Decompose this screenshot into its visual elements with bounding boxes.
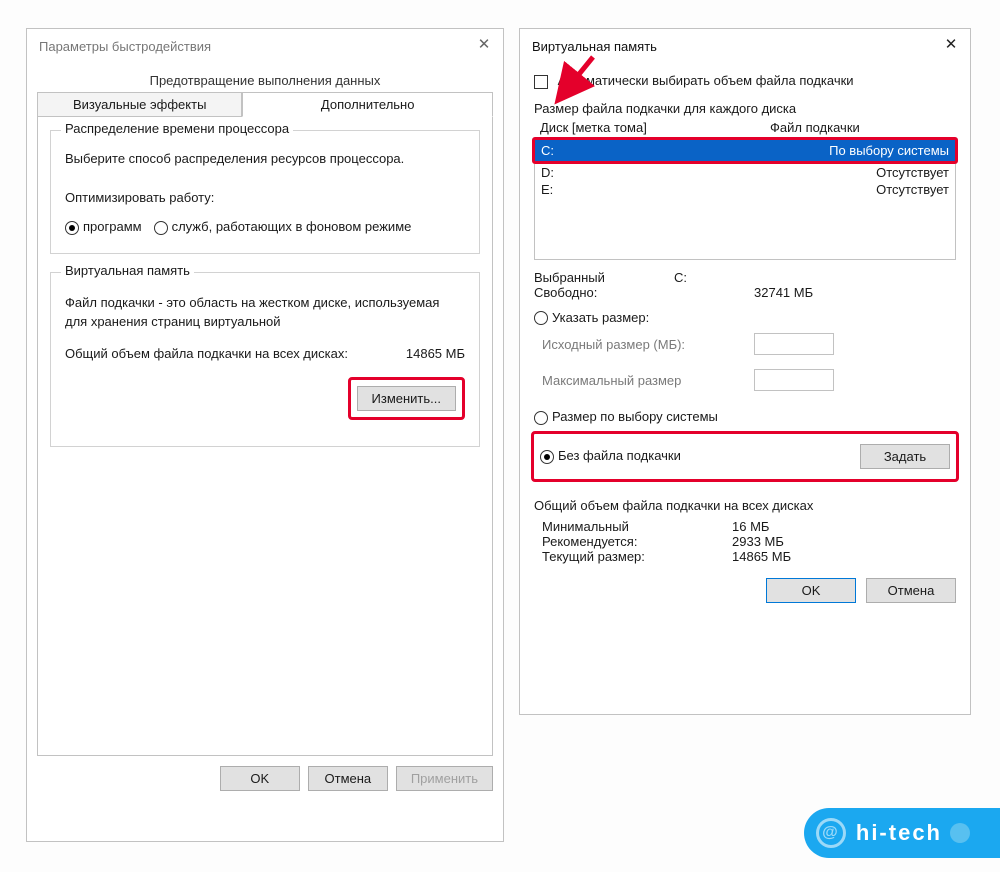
tab-visual-effects[interactable]: Визуальные эффекты xyxy=(37,92,242,117)
initial-size-input[interactable] xyxy=(754,333,834,355)
close-icon[interactable]: ✕ xyxy=(942,37,960,55)
radio-no-paging-file[interactable]: Без файла подкачки xyxy=(540,448,860,464)
current-size-label: Текущий размер: xyxy=(542,549,732,564)
col-disk: Диск [метка тома] xyxy=(540,120,770,135)
tabstrip: Предотвращение выполнения данных Визуаль… xyxy=(37,69,493,117)
group-title: Распределение времени процессора xyxy=(61,121,293,136)
min-label: Минимальный xyxy=(542,519,732,534)
max-size-label: Максимальный размер xyxy=(534,373,754,388)
disk-row-e[interactable]: E: Отсутствует xyxy=(535,181,955,198)
tab-advanced[interactable]: Дополнительно xyxy=(242,92,493,117)
ok-button[interactable]: OK xyxy=(220,766,300,791)
group-cpu-scheduling: Распределение времени процессора Выберит… xyxy=(50,130,480,254)
window-title: Виртуальная память xyxy=(532,39,657,54)
totals-title: Общий объем файла подкачки на всех диска… xyxy=(534,498,956,513)
radio-background-services[interactable]: служб, работающих в фоновом режиме xyxy=(154,219,412,235)
vm-description: Файл подкачки - это область на жестком д… xyxy=(65,293,465,332)
radio-system-managed[interactable]: Размер по выбору системы xyxy=(534,409,718,424)
min-value: 16 МБ xyxy=(732,519,769,534)
change-button[interactable]: Изменить... xyxy=(357,386,456,411)
free-space-value: 32741 МБ xyxy=(754,285,813,300)
disk-list-header: Диск [метка тома] Файл подкачки xyxy=(534,120,956,135)
titlebar: Виртуальная память ✕ xyxy=(520,29,970,63)
selected-drive-value: C: xyxy=(674,270,687,285)
tab-panel-advanced: Распределение времени процессора Выберит… xyxy=(37,116,493,756)
at-icon: @ xyxy=(816,818,846,848)
group-virtual-memory: Виртуальная память Файл подкачки - это о… xyxy=(50,272,480,447)
window-title: Параметры быстродействия xyxy=(39,39,211,54)
selected-drive-label: Выбранный xyxy=(534,270,674,285)
disk-listbox[interactable]: D: Отсутствует E: Отсутствует xyxy=(534,164,956,260)
dialog-body: Автоматически выбирать объем файла подка… xyxy=(520,63,970,564)
optimize-label: Оптимизировать работу: xyxy=(65,190,465,205)
cpu-instruction: Выберите способ распределения ресурсов п… xyxy=(65,151,465,166)
performance-options-dialog: Параметры быстродействия ✕ Предотвращени… xyxy=(26,28,504,842)
vm-total-value: 14865 МБ xyxy=(406,346,465,361)
radio-programs[interactable]: программ xyxy=(65,219,142,235)
virtual-memory-dialog: Виртуальная память ✕ Автоматически выбир… xyxy=(519,28,971,715)
recommended-label: Рекомендуется: xyxy=(542,534,732,549)
free-space-label: Свободно: xyxy=(534,285,754,300)
titlebar: Параметры быстродействия ✕ xyxy=(27,29,503,63)
radio-custom-size[interactable]: Указать размер: xyxy=(534,310,649,325)
watermark-text: hi-tech xyxy=(856,820,942,846)
ok-button[interactable]: OK xyxy=(766,578,856,603)
set-button[interactable]: Задать xyxy=(860,444,950,469)
vm-total-label: Общий объем файла подкачки на всех диска… xyxy=(65,346,348,361)
optimize-radios: программ служб, работающих в фоновом реж… xyxy=(65,219,465,235)
dialog-buttons: OK Отмена xyxy=(520,564,970,617)
apply-button[interactable]: Применить xyxy=(396,766,493,791)
current-size-value: 14865 МБ xyxy=(732,549,791,564)
col-pagefile: Файл подкачки xyxy=(770,120,950,135)
group-title: Виртуальная память xyxy=(61,263,194,278)
auto-manage-label: Автоматически выбирать объем файла подка… xyxy=(558,73,854,88)
max-size-input[interactable] xyxy=(754,369,834,391)
recommended-value: 2933 МБ xyxy=(732,534,784,549)
auto-manage-checkbox[interactable] xyxy=(534,75,548,89)
close-icon[interactable]: ✕ xyxy=(475,37,493,55)
cancel-button[interactable]: Отмена xyxy=(866,578,956,603)
watermark-badge: @ hi-tech xyxy=(804,808,1000,858)
dialog-body: Предотвращение выполнения данных Визуаль… xyxy=(27,63,503,801)
disk-row-c[interactable]: C: По выбору системы xyxy=(535,140,955,161)
disk-row-d[interactable]: D: Отсутствует xyxy=(535,164,955,181)
cancel-button[interactable]: Отмена xyxy=(308,766,388,791)
vk-icon xyxy=(950,823,970,843)
tab-dep[interactable]: Предотвращение выполнения данных xyxy=(37,69,493,92)
initial-size-label: Исходный размер (МБ): xyxy=(534,337,754,352)
paging-size-per-disk-label: Размер файла подкачки для каждого диска xyxy=(534,101,956,116)
